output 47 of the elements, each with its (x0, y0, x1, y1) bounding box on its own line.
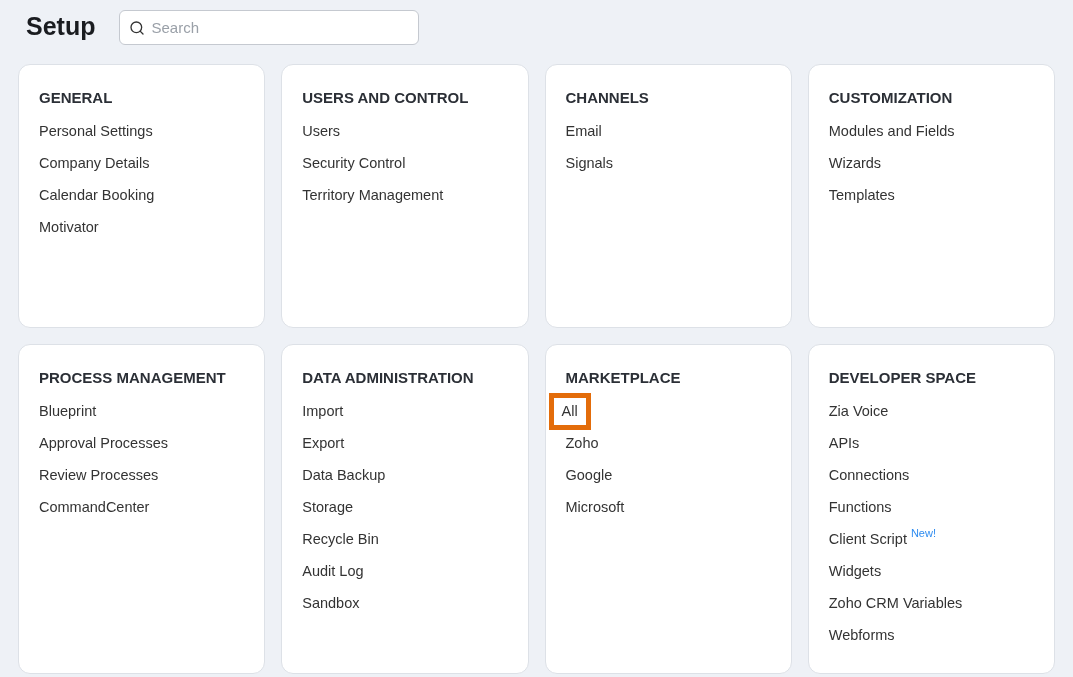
setup-link[interactable]: Territory Management (302, 184, 444, 207)
setup-link[interactable]: Signals (565, 152, 614, 175)
new-label: New! (910, 526, 936, 542)
search-field[interactable]: Search (119, 9, 420, 45)
section-title: GENERAL (39, 88, 114, 108)
setup-link[interactable]: Blueprint (39, 400, 97, 423)
setup-link[interactable]: All (548, 392, 591, 431)
setup-link[interactable]: Webforms (828, 624, 895, 647)
setup-link[interactable]: Connections (828, 464, 910, 487)
section-title: DEVELOPER SPACE (828, 368, 977, 388)
setup-link[interactable]: Motivator (39, 216, 99, 239)
setup-link[interactable]: APIs (828, 432, 860, 455)
setup-link[interactable]: Review Processes (39, 464, 159, 487)
setup-link[interactable]: Widgets (828, 560, 882, 583)
setup-link[interactable]: Storage (302, 496, 354, 519)
setup-link[interactable]: CommandCenter (39, 496, 150, 519)
setup-link[interactable]: Email (565, 120, 602, 143)
setup-link[interactable]: Export (302, 432, 345, 455)
setup-link[interactable]: Zoho CRM Variables (828, 592, 963, 615)
setup-link[interactable]: Audit Log (302, 560, 364, 583)
setup-link[interactable]: Zoho (565, 432, 599, 455)
setup-link[interactable]: Security Control (302, 152, 406, 175)
section-title: MARKETPLACE (565, 368, 682, 388)
setup-link[interactable]: Import (302, 400, 344, 423)
setup-link[interactable]: Calendar Booking (39, 184, 155, 207)
setup-link[interactable]: Recycle Bin (302, 528, 379, 551)
setup-link[interactable]: Company Details (39, 152, 150, 175)
setup-link[interactable]: Data Backup (302, 464, 386, 487)
setup-link[interactable]: Modules and Fields (828, 120, 955, 143)
section-title: DATA ADMINISTRATION (302, 368, 475, 388)
section-title: CUSTOMIZATION (828, 88, 954, 108)
setup-link[interactable]: Users (302, 120, 341, 143)
setup-link[interactable]: Microsoft (565, 496, 625, 519)
setup-link[interactable]: Client Script (828, 528, 907, 551)
setup-link[interactable]: Google (565, 464, 613, 487)
setup-link[interactable]: Templates (828, 184, 895, 207)
section-title: USERS AND CONTROL (302, 88, 470, 108)
search-icon (129, 19, 146, 36)
section-title: PROCESS MANAGEMENT (39, 368, 227, 388)
setup-link[interactable]: Personal Settings (39, 120, 153, 143)
setup-link[interactable]: Zia Voice (828, 400, 889, 423)
setup-link[interactable]: Sandbox (302, 592, 360, 615)
setup-link[interactable]: Wizards (828, 152, 882, 175)
setup-link[interactable]: Functions (828, 496, 892, 519)
setup-link[interactable]: Approval Processes (39, 432, 168, 455)
section-title: CHANNELS (565, 88, 650, 108)
page-title: Setup (26, 11, 96, 43)
